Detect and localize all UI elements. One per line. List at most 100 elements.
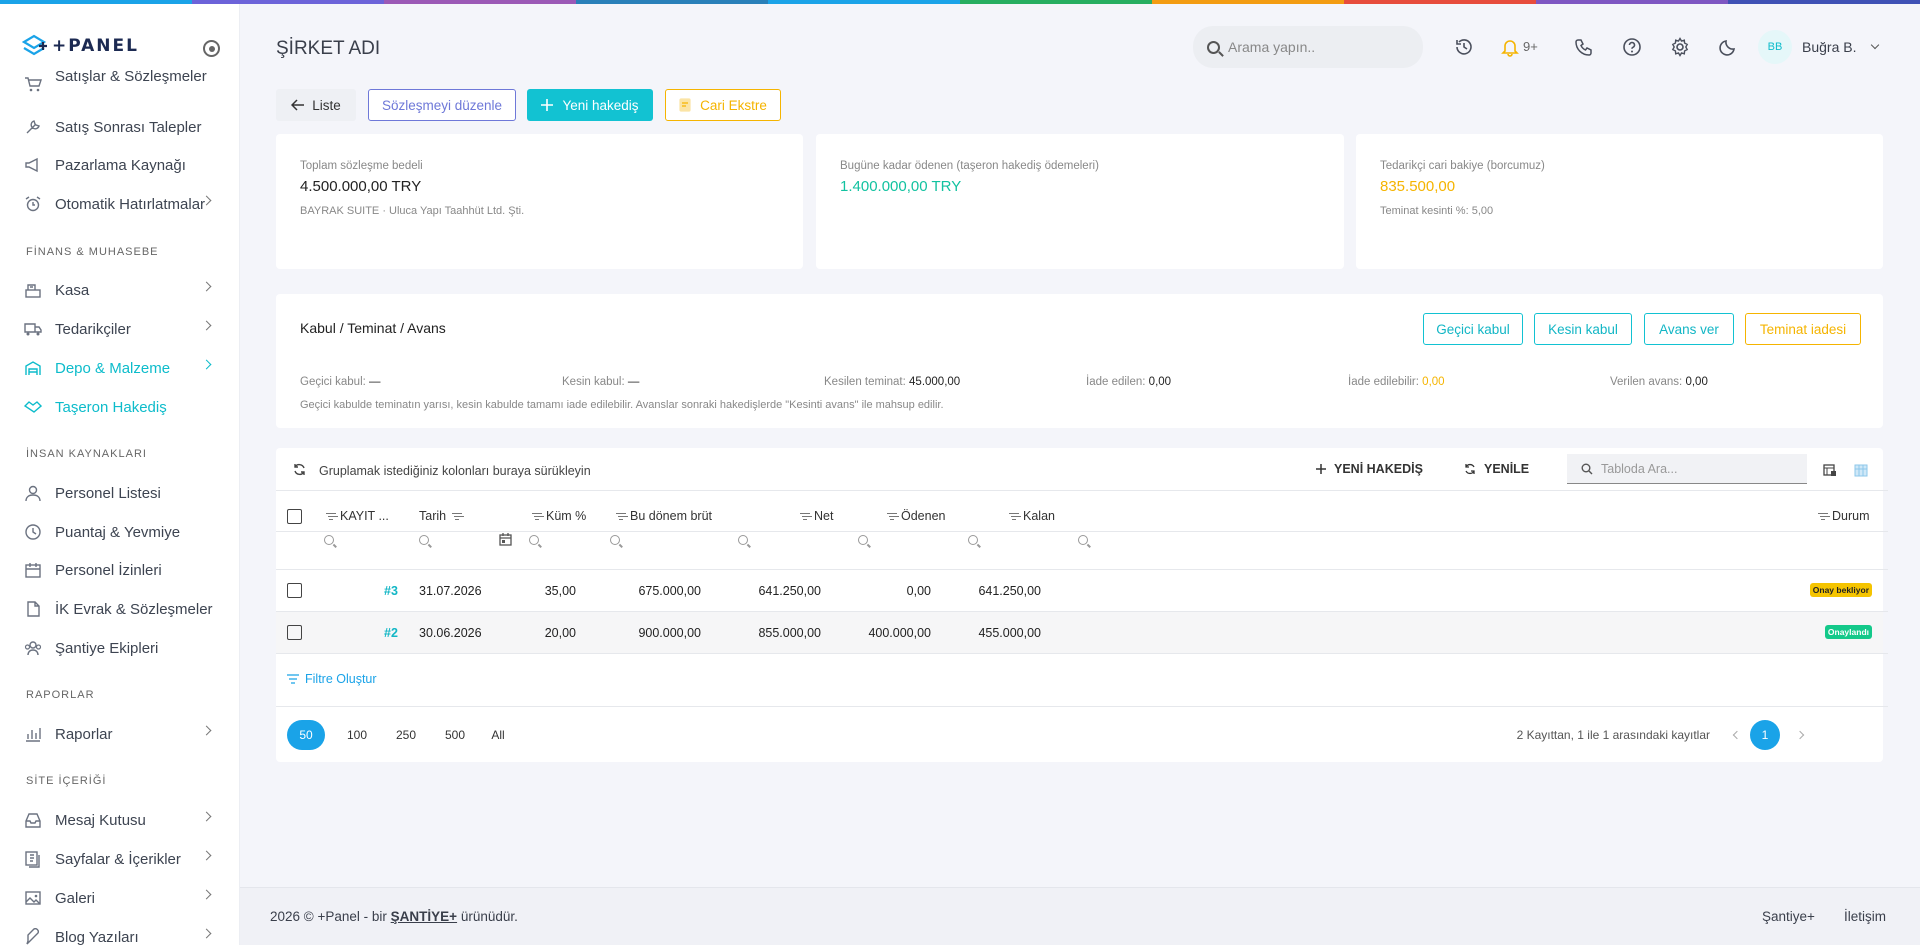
sidebar-item-blog[interactable]: Blog Yazıları <box>0 919 239 945</box>
sidebar-item-label: Mesaj Kutusu <box>55 811 146 829</box>
grid-refresh-button[interactable]: YENİLE <box>1464 462 1529 476</box>
col-header-date[interactable]: Tarih <box>419 509 466 523</box>
filter-row-search-icon[interactable] <box>610 535 620 545</box>
column-chooser-icon[interactable] <box>1854 464 1868 477</box>
chevron-down-icon[interactable] <box>1870 40 1880 50</box>
history-icon[interactable] <box>1453 36 1475 58</box>
notification-bell-icon[interactable] <box>1499 36 1521 58</box>
export-excel-icon[interactable] <box>1823 464 1837 477</box>
edit-contract-button[interactable]: Sözleşmeyi düzenle <box>368 89 516 121</box>
avatar[interactable]: BB <box>1758 30 1792 64</box>
select-all-checkbox[interactable] <box>287 509 302 524</box>
phone-icon[interactable] <box>1573 36 1595 58</box>
sidebar-item-site-teams[interactable]: Şantiye Ekipleri <box>0 630 239 666</box>
table-row[interactable]: #3 31.07.2026 35,00 675.000,00 641.250,0… <box>276 570 1883 611</box>
stat-retention-cut: Kesilen teminat: 45.000,00 <box>824 376 960 388</box>
sidebar-item-warehouse[interactable]: Depo & Malzeme <box>0 350 239 386</box>
calendar-icon[interactable] <box>499 533 512 546</box>
footer-link-santiye[interactable]: Şantiye+ <box>1762 909 1815 924</box>
grid-search-input[interactable]: Tabloda Ara... <box>1567 454 1807 484</box>
footer-link-contact[interactable]: İletişim <box>1844 909 1886 924</box>
filter-row-search-icon[interactable] <box>419 535 429 545</box>
nav-section-finance: FİNANS & MUHASEBE <box>26 246 159 258</box>
col-header-paid[interactable]: Ödenen <box>887 509 945 523</box>
sidebar-item-label: Pazarlama Kaynağı <box>55 156 186 174</box>
filter-row-search-icon[interactable] <box>738 535 748 545</box>
filter-row-search-icon[interactable] <box>858 535 868 545</box>
filter-row-search-icon[interactable] <box>1078 535 1088 545</box>
row-checkbox[interactable] <box>287 583 302 598</box>
page-size-250[interactable]: 250 <box>391 720 421 750</box>
sidebar-item-inbox[interactable]: Mesaj Kutusu <box>0 802 239 838</box>
create-filter-button[interactable]: Filtre Oluştur <box>287 672 377 686</box>
sidebar-item-marketing[interactable]: Pazarlama Kaynağı <box>0 147 239 183</box>
page-size-500[interactable]: 500 <box>440 720 470 750</box>
help-icon[interactable] <box>1621 36 1643 58</box>
retention-return-button[interactable]: Teminat iadesi <box>1745 313 1861 345</box>
stat-advance: Verilen avans: 0,00 <box>1610 376 1708 388</box>
dark-mode-moon-icon[interactable] <box>1717 36 1739 58</box>
sidebar-item-attendance[interactable]: Puantaj & Yevmiye <box>0 514 239 550</box>
sidebar-item-label: Sayfalar & İçerikler <box>55 850 181 868</box>
inbox-icon <box>24 811 42 829</box>
settings-gear-icon[interactable] <box>1669 36 1691 58</box>
table-row[interactable]: #2 30.06.2026 20,00 900.000,00 855.000,0… <box>276 612 1883 653</box>
stat-value: 0,00 <box>1685 376 1708 388</box>
cell-net: 641.250,00 <box>758 584 821 598</box>
sidebar-item-reports[interactable]: Raporlar <box>0 716 239 752</box>
page-size-all[interactable]: All <box>485 720 511 750</box>
col-header-net[interactable]: Net <box>800 509 833 523</box>
brand-logo[interactable]: +PANEL <box>22 34 139 58</box>
stat-label: Verilen avans: <box>1610 376 1683 388</box>
filter-row-search-icon[interactable] <box>529 535 539 545</box>
grid-new-progress-button[interactable]: YENİ HAKEDİŞ <box>1316 462 1423 476</box>
user-name[interactable]: Buğra B. <box>1802 39 1856 55</box>
col-header-cumulative[interactable]: Küm % <box>532 509 586 523</box>
page-size-100[interactable]: 100 <box>342 720 372 750</box>
row-checkbox[interactable] <box>287 625 302 640</box>
sidebar-item-cash[interactable]: Kasa <box>0 272 239 308</box>
filter-row-search-icon[interactable] <box>324 535 334 545</box>
record-no-link[interactable]: #2 <box>384 626 398 640</box>
brand-link[interactable]: ŞANTİYE+ <box>391 909 457 924</box>
filter-icon <box>452 512 463 521</box>
page-number-1[interactable]: 1 <box>1750 720 1780 750</box>
page-size-50[interactable]: 50 <box>287 720 325 750</box>
col-header-label: Kalan <box>1023 509 1055 523</box>
record-no-link[interactable]: #3 <box>384 584 398 598</box>
sidebar-item-suppliers[interactable]: Tedarikçiler <box>0 311 239 347</box>
back-to-list-button[interactable]: Liste <box>276 89 356 121</box>
sidebar-pin-icon[interactable] <box>203 40 220 57</box>
col-header-gross[interactable]: Bu dönem brüt <box>616 509 712 523</box>
contract-total-card: Toplam sözleşme bedeli 4.500.000,00 TRY … <box>276 134 803 269</box>
col-header-status[interactable]: Durum <box>1818 509 1870 523</box>
new-progress-button[interactable]: Yeni hakediş <box>527 89 653 121</box>
sidebar-item-leaves[interactable]: Personel İzinleri <box>0 552 239 588</box>
sidebar-item-reminders[interactable]: Otomatik Hatırlatmalar <box>0 186 239 222</box>
sidebar-item-hr-documents[interactable]: İK Evrak & Sözleşmeler <box>0 591 239 627</box>
provisional-acceptance-button[interactable]: Geçici kabul <box>1423 313 1523 345</box>
col-header-label: Bu dönem brüt <box>630 509 712 523</box>
sidebar-item-personnel-list[interactable]: Personel Listesi <box>0 475 239 511</box>
group-panel-hint: Gruplamak istediğiniz kolonları buraya s… <box>319 464 591 478</box>
sidebar-item-label: Satış Sonrası Talepler <box>55 118 202 136</box>
sidebar-item-gallery[interactable]: Galeri <box>0 880 239 916</box>
sidebar-item-after-sales[interactable]: Satış Sonrası Talepler <box>0 109 239 145</box>
global-search-input[interactable]: Arama yapın.. <box>1193 26 1423 68</box>
col-header-remaining[interactable]: Kalan <box>1009 509 1055 523</box>
pager-next-icon[interactable] <box>1793 720 1807 750</box>
give-advance-button[interactable]: Avans ver <box>1644 313 1734 345</box>
pager-prev-icon[interactable] <box>1730 720 1744 750</box>
grid-refresh-label: YENİLE <box>1484 462 1530 476</box>
col-header-record-no[interactable]: KAYIT ... <box>326 509 389 523</box>
final-acceptance-button[interactable]: Kesin kabul <box>1534 313 1632 345</box>
group-panel-icon <box>294 463 305 476</box>
sidebar-item-pages[interactable]: Sayfalar & İçerikler <box>0 841 239 877</box>
contract-total-label: Toplam sözleşme bedeli <box>300 160 423 172</box>
acceptance-title: Kabul / Teminat / Avans <box>300 320 446 336</box>
filter-row-search-icon[interactable] <box>968 535 978 545</box>
sidebar-item-subcontractor-progress[interactable]: Taşeron Hakediş <box>0 389 239 425</box>
account-statement-button[interactable]: Cari Ekstre <box>665 89 781 121</box>
sidebar-item-sales[interactable]: Satışlar & Sözleşmeler <box>0 70 239 98</box>
plus-icon <box>1316 464 1326 474</box>
